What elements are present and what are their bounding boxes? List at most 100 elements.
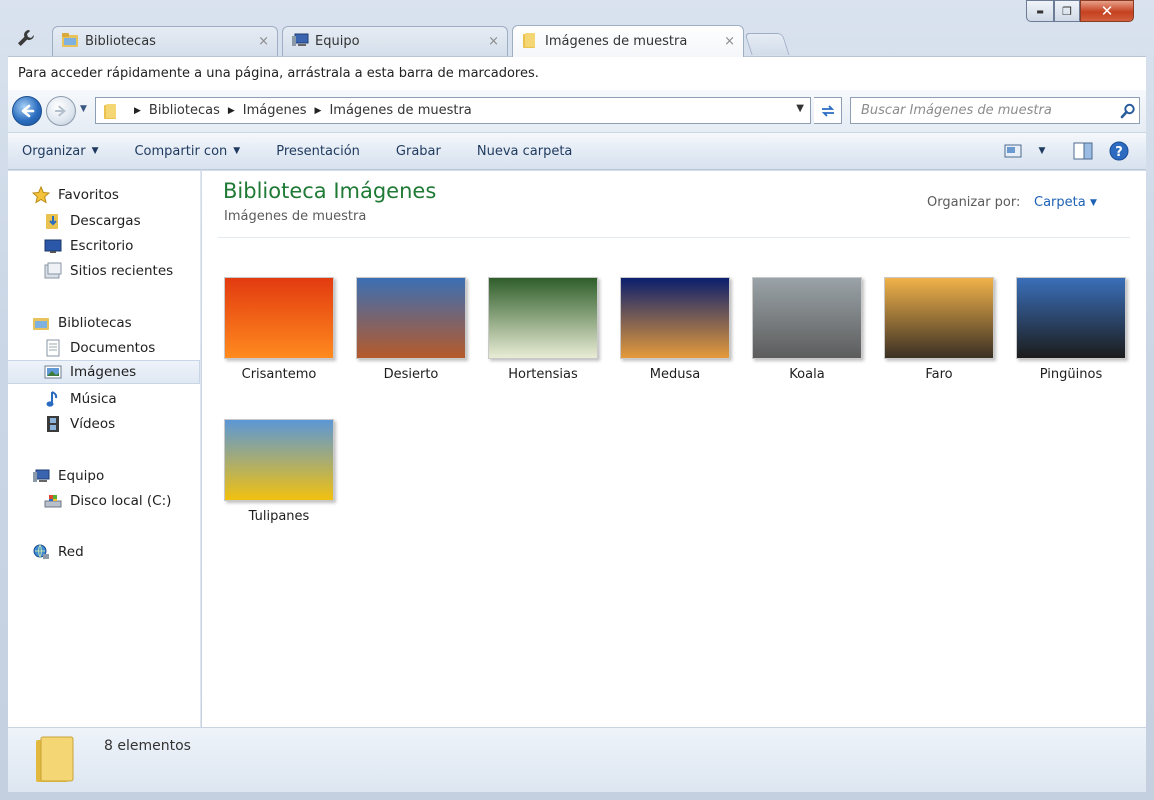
documents-icon — [44, 339, 62, 357]
folder-icon — [32, 734, 76, 784]
svg-text:?: ? — [1115, 145, 1123, 160]
new-folder-button[interactable]: Nueva carpeta — [477, 144, 573, 159]
image-thumbnail[interactable]: Medusa — [617, 277, 733, 382]
images-icon — [44, 363, 62, 381]
file-list: Biblioteca Imágenes Imágenes de muestra … — [202, 171, 1146, 727]
thumbnail-image — [224, 277, 334, 359]
organize-label: Organizar — [22, 143, 86, 159]
search-icon[interactable] — [1120, 103, 1136, 119]
refresh-button[interactable] — [814, 97, 842, 124]
sidebar-item-desktop[interactable]: Escritorio — [8, 234, 200, 258]
window-controls: ▬ ❐ ✕ — [1026, 0, 1134, 25]
image-thumbnail[interactable]: Koala — [749, 277, 865, 382]
tab-strip: Bibliotecas × Equipo × Imágenes de muest… — [0, 0, 1154, 57]
sidebar-item-label: Disco local (C:) — [70, 493, 172, 509]
breadcrumb-chevron-icon[interactable]: ▶ — [228, 106, 235, 116]
slideshow-button[interactable]: Presentación — [276, 144, 360, 159]
change-view-button[interactable] — [998, 139, 1028, 163]
forward-button[interactable] — [46, 96, 76, 126]
sidebar-item-images[interactable]: Imágenes — [8, 360, 200, 384]
wrench-icon[interactable] — [14, 26, 38, 50]
sidebar-item-label: Equipo — [58, 468, 105, 484]
recent-pages-dropdown[interactable]: ▼ — [80, 104, 87, 114]
image-thumbnail[interactable]: Desierto — [353, 277, 469, 382]
tab-equipo[interactable]: Equipo × — [282, 26, 508, 56]
breadcrumb-item[interactable]: Bibliotecas — [149, 103, 220, 118]
slideshow-label: Presentación — [276, 143, 360, 159]
arrange-by-dropdown[interactable]: Carpeta — [1034, 195, 1086, 210]
computer-icon — [291, 32, 309, 52]
sidebar-item-network[interactable]: Red — [8, 540, 200, 564]
tab-close-button[interactable]: × — [488, 34, 499, 49]
thumbnail-image — [752, 277, 862, 359]
videos-icon — [44, 415, 62, 433]
sidebar-item-local-disk[interactable]: Disco local (C:) — [8, 489, 200, 513]
share-with-button[interactable]: Compartir con ▼ — [134, 144, 240, 159]
back-button[interactable] — [12, 96, 42, 126]
library-subtitle: Imágenes de muestra — [224, 209, 367, 224]
tab-close-button[interactable]: × — [258, 34, 269, 49]
preview-pane-icon — [1073, 142, 1093, 160]
sidebar-item-videos[interactable]: Vídeos — [8, 412, 200, 436]
sidebar-item-label: Vídeos — [70, 416, 116, 432]
thumbnail-caption: Koala — [789, 367, 825, 382]
item-count: 8 elementos — [104, 738, 191, 754]
image-thumbnail[interactable]: Faro — [881, 277, 997, 382]
view-dropdown-button[interactable]: ▼ — [1034, 139, 1050, 163]
thumbnail-caption: Crisantemo — [241, 367, 317, 382]
forward-arrow-icon — [54, 105, 67, 117]
thumbnail-caption: Pingüinos — [1039, 367, 1103, 382]
image-thumbnail[interactable]: Hortensias — [485, 277, 601, 382]
minimize-button[interactable]: ▬ — [1026, 0, 1054, 22]
breadcrumb-chevron-icon[interactable]: ▶ — [315, 106, 322, 116]
sidebar-item-favorites[interactable]: Favoritos — [8, 183, 200, 207]
sidebar-item-documents[interactable]: Documentos — [8, 336, 200, 360]
sidebar-item-recent-places[interactable]: Sitios recientes — [8, 259, 200, 283]
back-arrow-icon — [21, 104, 35, 118]
breadcrumb-item[interactable]: Imágenes — [243, 103, 307, 118]
help-button[interactable]: ? — [1104, 139, 1134, 163]
thumbnail-image — [488, 277, 598, 359]
image-thumbnail[interactable]: Crisantemo — [221, 277, 337, 382]
sidebar-item-downloads[interactable]: Descargas — [8, 209, 200, 233]
breadcrumb-item[interactable]: Imágenes de muestra — [329, 103, 471, 118]
sidebar-item-label: Red — [58, 544, 84, 560]
sidebar-item-label: Bibliotecas — [58, 315, 132, 331]
address-bar[interactable]: ▶ Bibliotecas ▶ Imágenes ▶ Imágenes de m… — [95, 97, 811, 124]
downloads-folder-icon — [44, 212, 62, 230]
sidebar-item-libraries[interactable]: Bibliotecas — [8, 311, 200, 335]
burn-button[interactable]: Grabar — [396, 144, 441, 159]
view-icon — [1004, 144, 1022, 158]
close-button[interactable]: ✕ — [1080, 0, 1134, 22]
maximize-button[interactable]: ❐ — [1054, 0, 1080, 22]
sidebar-item-music[interactable]: Música — [8, 387, 200, 411]
burn-label: Grabar — [395, 143, 441, 159]
help-icon: ? — [1109, 141, 1129, 161]
view-controls: ▼ ? — [998, 133, 1146, 169]
sidebar-item-computer[interactable]: Equipo — [8, 464, 200, 488]
chevron-down-icon[interactable]: ▼ — [1090, 198, 1097, 208]
chevron-down-icon: ▼ — [233, 146, 241, 156]
tab-close-button[interactable]: × — [724, 34, 735, 49]
tab-bibliotecas[interactable]: Bibliotecas × — [52, 26, 278, 56]
sidebar-item-label: Documentos — [70, 340, 156, 356]
new-folder-label: Nueva carpeta — [476, 143, 573, 159]
organize-button[interactable]: Organizar ▼ — [22, 144, 98, 159]
new-tab-button[interactable] — [744, 33, 790, 55]
sidebar-item-label: Descargas — [70, 213, 141, 229]
tab-imagenes-de-muestra[interactable]: Imágenes de muestra × — [512, 25, 744, 57]
image-thumbnail[interactable]: Tulipanes — [221, 419, 337, 524]
breadcrumb-chevron-icon[interactable]: ▶ — [134, 106, 141, 116]
preview-pane-button[interactable] — [1068, 139, 1098, 163]
search-input[interactable] — [850, 97, 1140, 124]
thumbnail-caption: Desierto — [383, 367, 439, 382]
library-title: Biblioteca Imágenes — [223, 179, 437, 203]
image-thumbnail[interactable]: Pingüinos — [1013, 277, 1129, 382]
refresh-icon — [821, 104, 834, 117]
divider — [218, 237, 1130, 238]
recent-places-icon — [44, 262, 62, 280]
folder-icon — [521, 31, 539, 53]
address-dropdown-icon[interactable]: ▼ — [796, 103, 804, 114]
details-pane: 8 elementos — [8, 727, 1146, 792]
thumbnail-caption: Hortensias — [508, 367, 578, 382]
